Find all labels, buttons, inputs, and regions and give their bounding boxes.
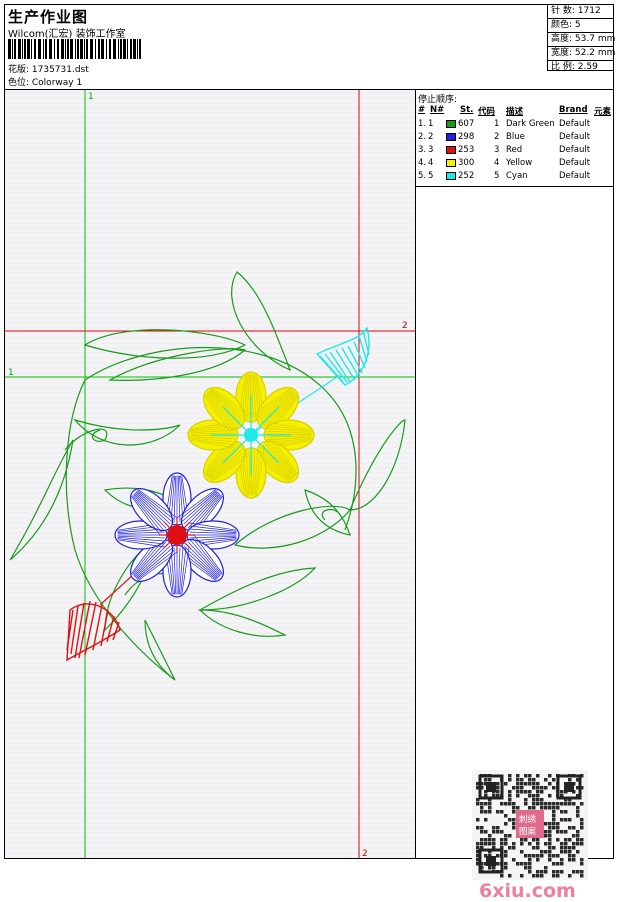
row-index: 2. bbox=[418, 132, 427, 142]
color-swatch bbox=[446, 172, 456, 180]
stat-scale: 比 例: 2.59 bbox=[551, 62, 598, 72]
row-description: Blue bbox=[506, 132, 525, 142]
row-stitches: 252 bbox=[458, 171, 475, 181]
row-needle: 5 bbox=[428, 171, 434, 181]
row-description: Dark Green bbox=[506, 119, 555, 129]
design-file-label: 花版: 1735731.dst bbox=[8, 65, 89, 75]
row-brand: Default bbox=[559, 119, 591, 129]
table-row[interactable]: 3. 3 253 3 Red Default bbox=[416, 144, 614, 157]
guide-marker-top: 1 bbox=[88, 92, 94, 102]
colorway-label: 色位: Colorway 1 bbox=[8, 78, 83, 88]
row-stitches: 300 bbox=[458, 158, 475, 168]
design-stats: 针 数: 1712 颜色: 5 高度: 53.7 mm 宽度: 52.2 mm … bbox=[547, 5, 615, 72]
barcode bbox=[8, 39, 141, 59]
table-row[interactable]: 1. 1 607 1 Dark Green Default bbox=[416, 118, 614, 131]
row-brand: Default bbox=[559, 145, 591, 155]
guide-marker-bottom: 2 bbox=[362, 849, 368, 858]
production-sheet: 生产作业图 Wilcom(汇宏) 装饰工作室 花版: 1735731.dst 色… bbox=[4, 4, 615, 902]
row-needle: 2 bbox=[428, 132, 434, 142]
row-brand: Default bbox=[559, 132, 591, 142]
stat-width: 宽度: 52.2 mm bbox=[548, 47, 615, 61]
company-name: Wilcom(汇宏) 装饰工作室 bbox=[8, 29, 126, 40]
embroidery-preview: 1 1 2 2 bbox=[5, 90, 415, 859]
row-description: Red bbox=[506, 145, 523, 155]
table-row[interactable]: 5. 5 252 5 Cyan Default bbox=[416, 170, 614, 183]
color-swatch bbox=[446, 146, 456, 154]
yellow-flower bbox=[187, 371, 315, 499]
row-description: Yellow bbox=[506, 158, 533, 168]
row-code: 3 bbox=[494, 145, 500, 155]
stat-height: 高度: 53.7 mm bbox=[548, 33, 615, 47]
stop-sequence-panel: 停止顺序: # N# St. 代码 描述 Brand 元素 1. 1 607 1 Dar… bbox=[415, 90, 614, 858]
row-index: 1. bbox=[418, 119, 427, 129]
row-needle: 3 bbox=[428, 145, 434, 155]
stat-colors: 颜色: 5 bbox=[548, 19, 613, 33]
stat-stitches: 针 数: 1712 bbox=[548, 5, 613, 19]
stop-sequence-table: # N# St. 代码 描述 Brand 元素 1. 1 607 1 Dark Gree… bbox=[416, 103, 614, 187]
color-swatch bbox=[446, 120, 456, 128]
page-title: 生产作业图 bbox=[8, 8, 89, 26]
row-stitches: 253 bbox=[458, 145, 475, 155]
row-index: 4. bbox=[418, 158, 427, 168]
sheet-header: 生产作业图 Wilcom(汇宏) 装饰工作室 花版: 1735731.dst 色… bbox=[5, 5, 615, 90]
header-element: 元素 bbox=[594, 107, 612, 117]
row-code: 5 bbox=[494, 171, 500, 181]
row-code: 2 bbox=[494, 132, 500, 142]
header-brand: Brand bbox=[559, 105, 588, 115]
header-description: 描述 bbox=[506, 107, 524, 117]
color-swatch bbox=[446, 133, 456, 141]
row-brand: Default bbox=[559, 158, 591, 168]
row-index: 5. bbox=[418, 171, 427, 181]
row-brand: Default bbox=[559, 171, 591, 181]
design-canvas[interactable]: 1 1 2 2 刺绣 图案 6xiu.com bbox=[5, 90, 588, 902]
header-n: N# bbox=[430, 105, 445, 115]
header-index: # bbox=[418, 105, 426, 115]
header-code: 代码 bbox=[478, 107, 496, 117]
watermark-site: 6xiu.com bbox=[479, 880, 576, 902]
row-code: 4 bbox=[494, 158, 500, 168]
table-row[interactable]: 2. 2 298 2 Blue Default bbox=[416, 131, 614, 144]
color-swatch bbox=[446, 159, 456, 167]
blue-flower bbox=[114, 472, 240, 598]
row-description: Cyan bbox=[506, 171, 528, 181]
row-index: 3. bbox=[418, 145, 427, 155]
table-row[interactable]: 4. 4 300 4 Yellow Default bbox=[416, 157, 614, 170]
guide-marker-left: 1 bbox=[8, 368, 14, 378]
row-stitches: 607 bbox=[458, 119, 475, 129]
row-needle: 4 bbox=[428, 158, 434, 168]
row-needle: 1 bbox=[428, 119, 434, 129]
header-stitches: St. bbox=[460, 105, 474, 115]
row-stitches: 298 bbox=[458, 132, 475, 142]
guide-marker-right: 2 bbox=[402, 321, 408, 331]
row-code: 1 bbox=[494, 119, 500, 129]
